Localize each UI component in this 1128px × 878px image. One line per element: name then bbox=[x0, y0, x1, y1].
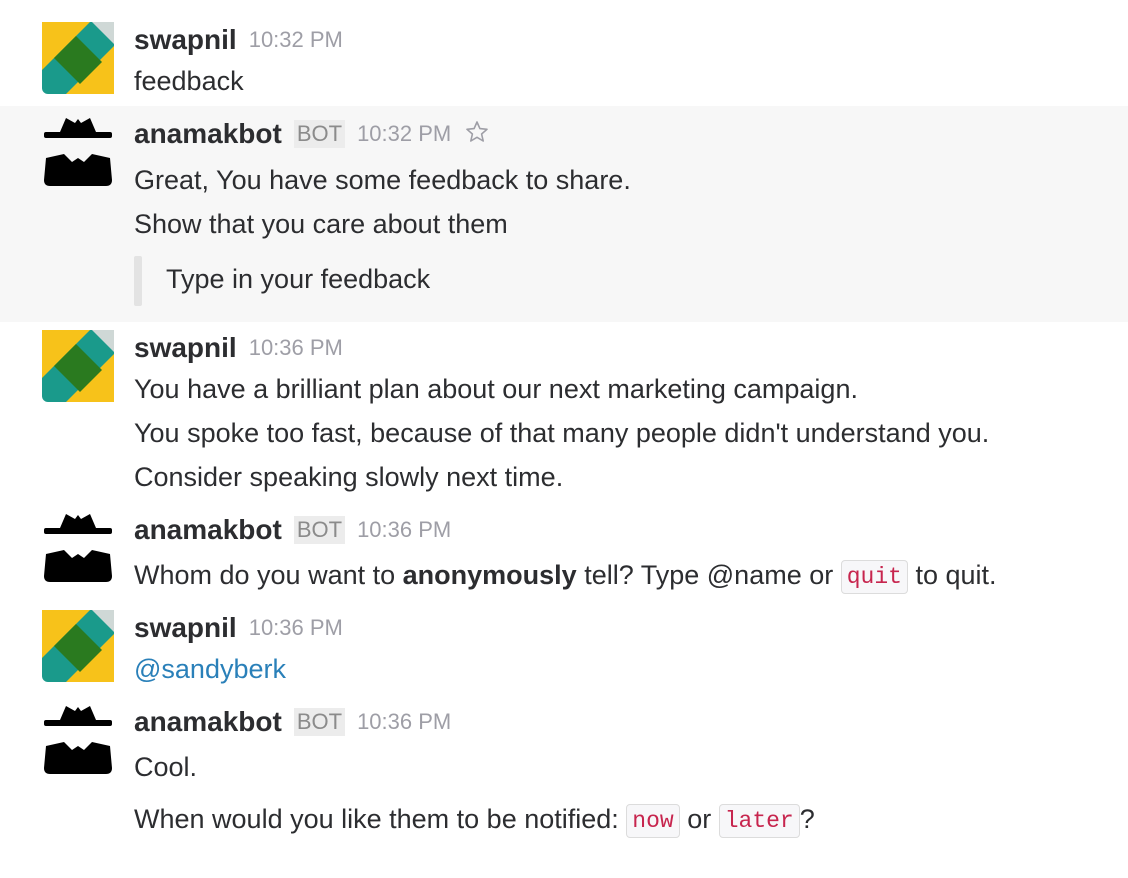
attachment-quote: Type in your feedback bbox=[134, 256, 430, 306]
message-text: You have a brilliant plan about our next… bbox=[134, 374, 858, 404]
timestamp[interactable]: 10:32 PM bbox=[357, 121, 451, 146]
inline-code-quit: quit bbox=[840, 560, 908, 594]
timestamp[interactable]: 10:36 PM bbox=[249, 335, 343, 360]
message-swapnil-2: swapnil 10:36 PM You have a brilliant pla… bbox=[0, 322, 1128, 506]
text-segment: ? bbox=[799, 804, 815, 834]
message-text: feedback bbox=[134, 66, 244, 96]
text-segment: Whom do you want to bbox=[134, 560, 403, 590]
message-text: Whom do you want to anonymously tell? Ty… bbox=[134, 558, 997, 594]
bot-badge: BOT bbox=[293, 120, 346, 148]
timestamp[interactable]: 10:36 PM bbox=[357, 517, 451, 542]
bold-text: anonymously bbox=[402, 560, 577, 590]
message-text: @sandyberk bbox=[134, 652, 286, 686]
text-segment: to quit. bbox=[907, 560, 997, 590]
text-segment: When would you like them to be notified: bbox=[134, 804, 627, 834]
message-header: swapnil 10:36 PM bbox=[134, 332, 343, 366]
message-header: anamakbot BOT 10:36 PM bbox=[134, 514, 451, 548]
text-segment: tell? Type @name or bbox=[576, 560, 841, 590]
author-name[interactable]: anamakbot bbox=[134, 706, 282, 737]
author-name[interactable]: swapnil bbox=[134, 24, 237, 55]
user-mention-link[interactable]: @sandyberk bbox=[134, 654, 286, 684]
message-anamakbot-3: anamakbot BOT 10:36 PM Cool. When would yo… bbox=[0, 698, 1128, 878]
message-header: anamakbot BOT 10:32 PM bbox=[134, 118, 489, 152]
swapnil-avatar[interactable] bbox=[42, 330, 114, 402]
attachment-text: Type in your feedback bbox=[166, 264, 431, 294]
message-swapnil-1: swapnil 10:32 PM feedback bbox=[0, 0, 1128, 106]
timestamp[interactable]: 10:32 PM bbox=[249, 27, 343, 52]
bot-badge: BOT bbox=[293, 516, 346, 544]
message-text: When would you like them to be notified:… bbox=[134, 802, 815, 838]
message-header: swapnil 10:32 PM bbox=[134, 24, 343, 58]
swapnil-avatar[interactable] bbox=[42, 22, 114, 94]
message-text: Cool. bbox=[134, 752, 198, 782]
inline-code-later: later bbox=[718, 804, 800, 838]
timestamp[interactable]: 10:36 PM bbox=[357, 709, 451, 734]
message-anamakbot-2: anamakbot BOT 10:36 PM Whom do you want to… bbox=[0, 506, 1128, 606]
author-name[interactable]: anamakbot bbox=[134, 118, 282, 149]
message-header: anamakbot BOT 10:36 PM bbox=[134, 706, 451, 740]
author-name[interactable]: swapnil bbox=[134, 612, 237, 643]
message-header: swapnil 10:36 PM bbox=[134, 612, 343, 646]
author-name[interactable]: anamakbot bbox=[134, 514, 282, 545]
message-text: Consider speaking slowly next time. bbox=[134, 462, 564, 492]
message-text: Show that you care about them bbox=[134, 209, 508, 239]
message-text: Great, You have some feedback to share. bbox=[134, 165, 631, 195]
message-text: You spoke too fast, because of that many… bbox=[134, 418, 990, 448]
text-segment: or bbox=[679, 804, 719, 834]
inline-code-now: now bbox=[626, 804, 680, 838]
author-name[interactable]: swapnil bbox=[134, 332, 237, 363]
timestamp[interactable]: 10:36 PM bbox=[249, 615, 343, 640]
anamakbot-avatar[interactable] bbox=[42, 116, 114, 188]
message-swapnil-3: swapnil 10:36 PM @sandyberk bbox=[0, 606, 1128, 698]
message-list: swapnil 10:32 PM feedback anamakbot BOT 10:… bbox=[0, 0, 1128, 878]
anamakbot-avatar[interactable] bbox=[42, 704, 114, 776]
bot-badge: BOT bbox=[293, 708, 346, 736]
star-outline-icon[interactable] bbox=[465, 120, 489, 149]
anamakbot-avatar[interactable] bbox=[42, 512, 114, 584]
swapnil-avatar[interactable] bbox=[42, 610, 114, 682]
message-anamakbot-1: anamakbot BOT 10:32 PM Great, You have som… bbox=[0, 106, 1128, 322]
